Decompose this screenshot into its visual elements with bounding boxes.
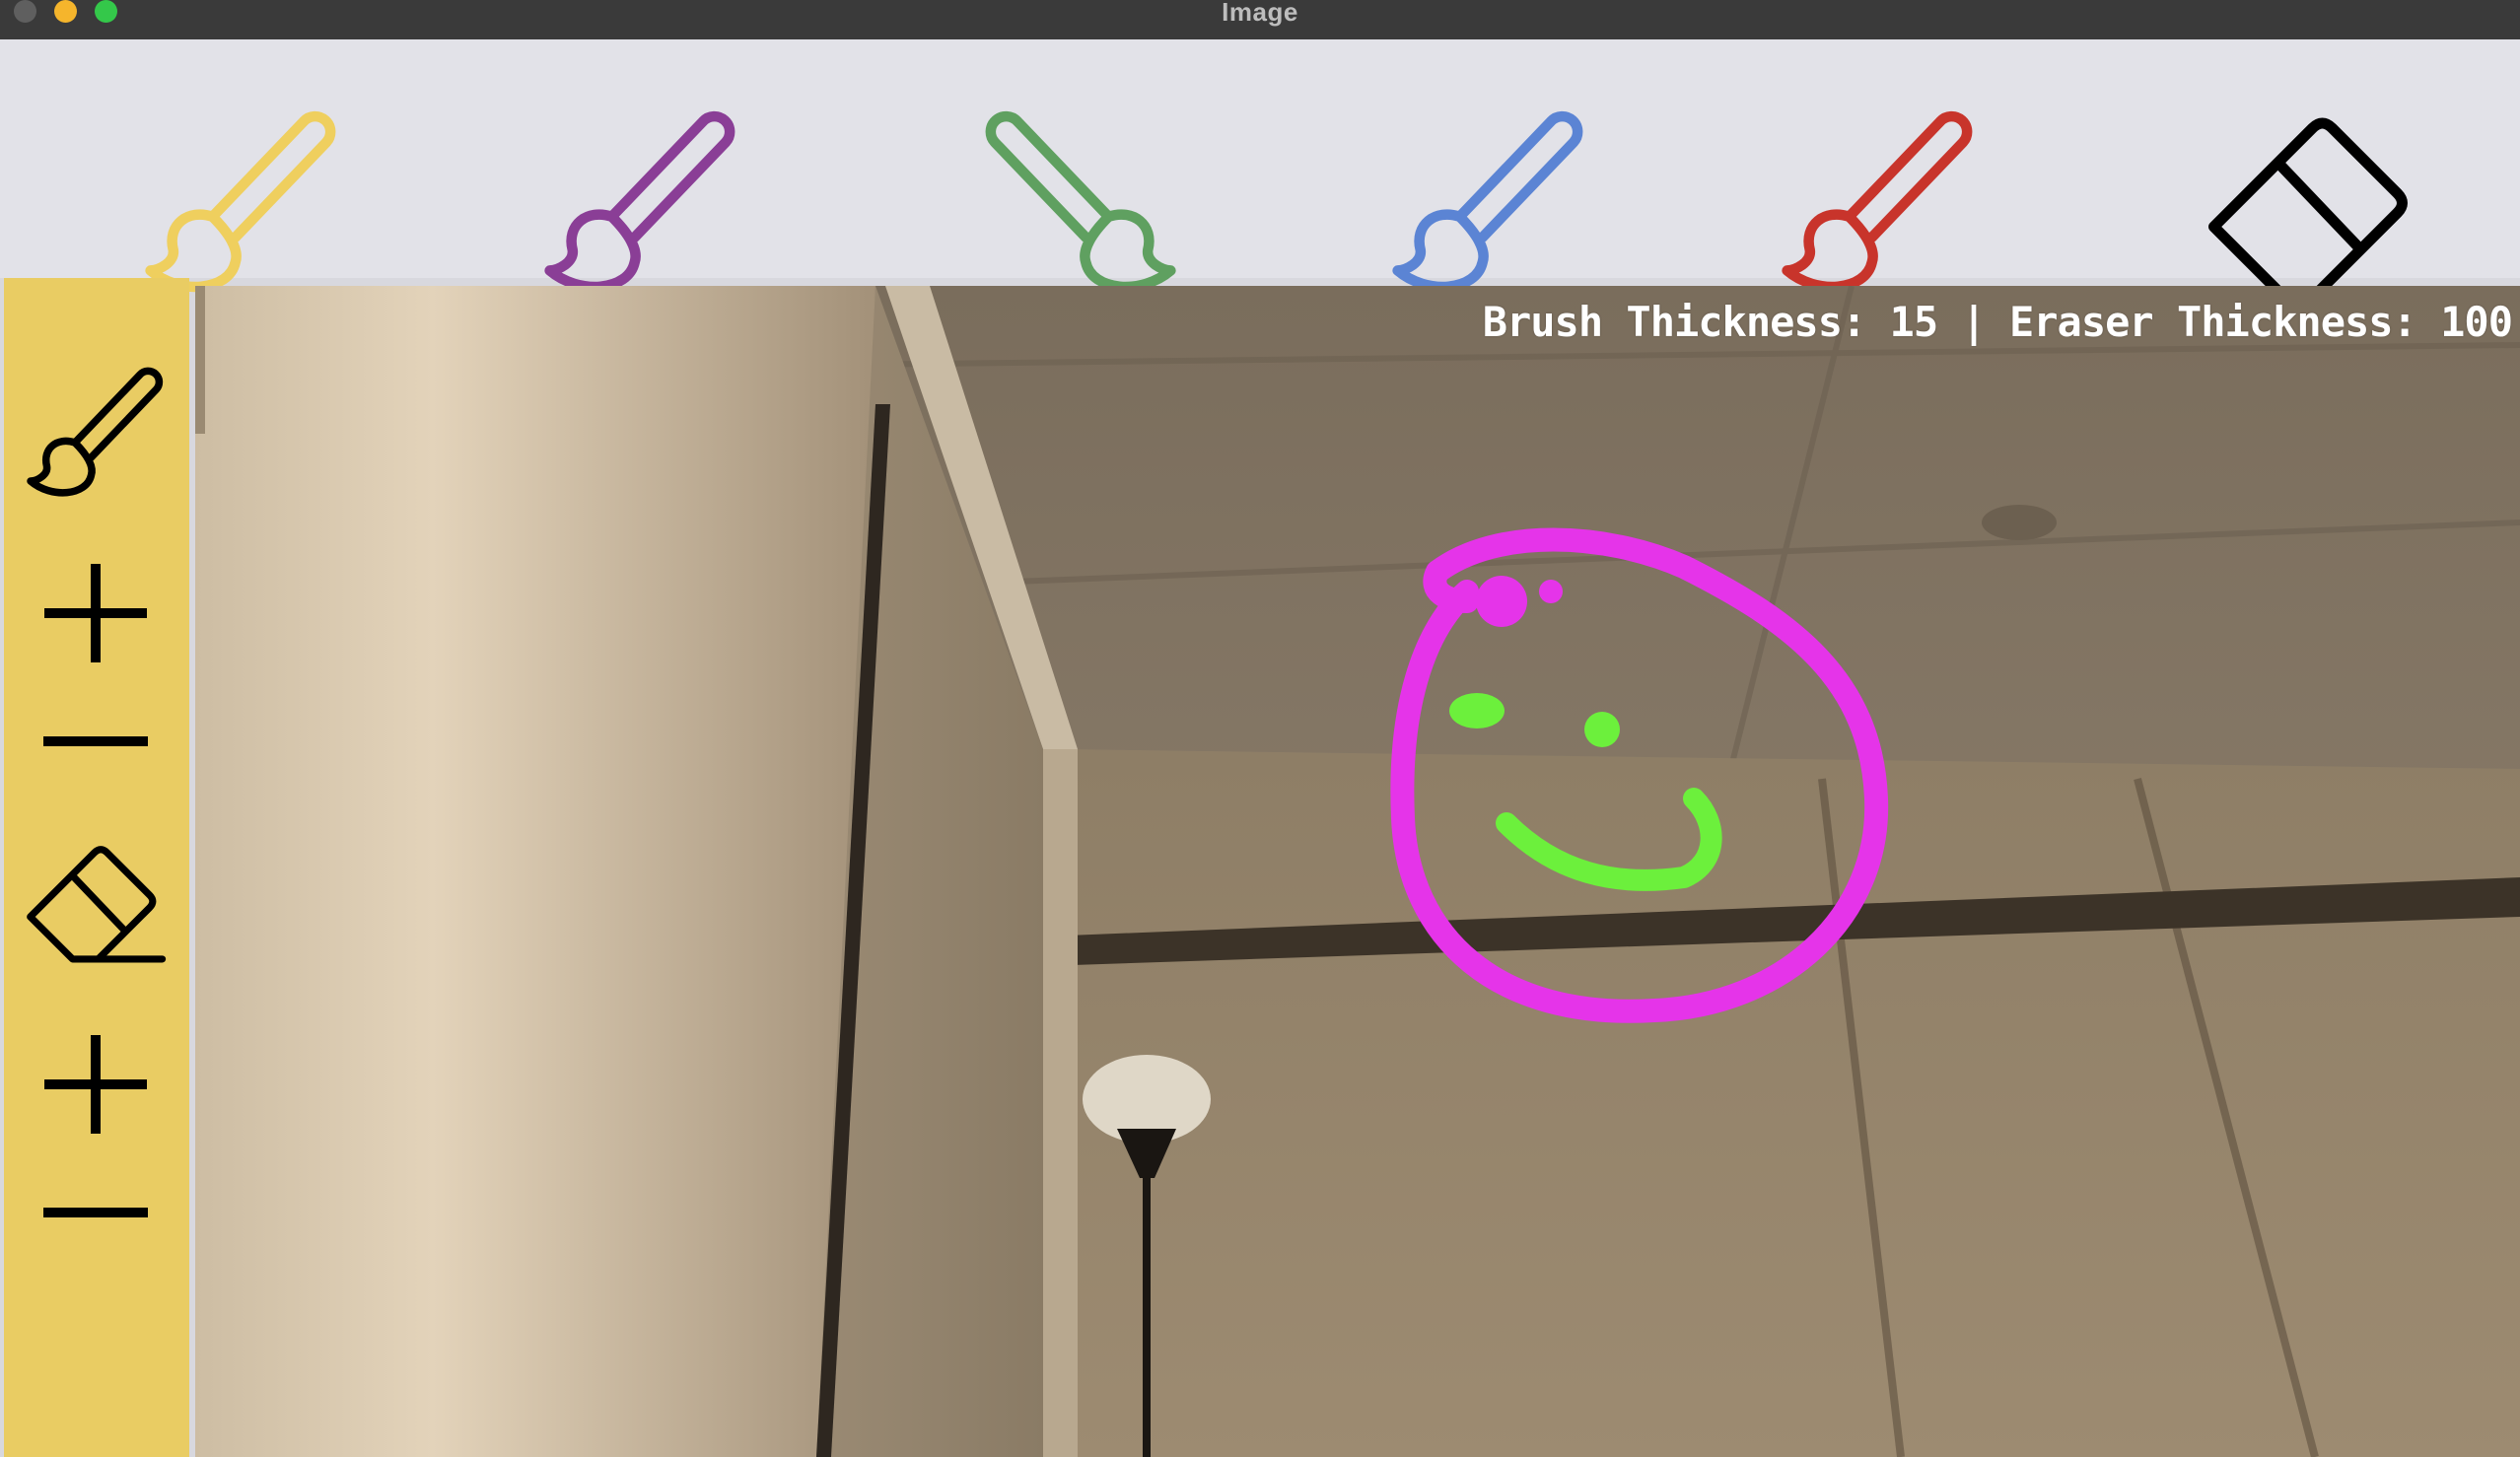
paintbrush-icon [27,367,164,497]
paintbrush-icon [145,110,336,293]
pink-dot [1539,580,1563,603]
plus-icon [44,564,147,662]
window-title: Image [1222,0,1298,27]
eraser-icon [27,846,167,963]
brush-mode-button[interactable] [22,357,170,505]
eraser-thickness-decrease-button[interactable] [22,1193,170,1232]
eraser-button[interactable] [2204,108,2425,306]
brush-thickness-increase-button[interactable] [22,554,170,672]
paintbrush-icon [1392,110,1583,293]
green-eye-left [1449,693,1505,728]
green-brush-button[interactable] [976,97,1183,304]
purple-brush-button[interactable] [537,97,744,304]
pink-blob [1476,576,1527,627]
eraser-thickness-increase-button[interactable] [22,1025,170,1144]
brush-thickness-decrease-button[interactable] [22,722,170,761]
yellow-brush-button[interactable] [138,97,345,304]
blue-brush-button[interactable] [1385,97,1592,304]
eraser-mode-button[interactable] [22,840,170,968]
plus-icon [44,1035,147,1134]
color-toolbar [0,39,2520,298]
pink-outline-stroke [1390,527,1889,1023]
thickness-status: Brush Thickness: 15 | Eraser Thickness: … [1482,298,2513,346]
thickness-sidebar [4,278,189,1457]
minus-icon [43,1208,148,1217]
paintbrush-icon [1782,110,1973,293]
window-titlebar: Image [0,0,2520,40]
eraser-icon [2208,117,2422,298]
paintbrush-icon [544,110,735,293]
green-eye-right [1584,712,1620,747]
red-brush-button[interactable] [1775,97,1982,304]
drawing-canvas[interactable]: Brush Thickness: 15 | Eraser Thickness: … [195,286,2520,1457]
paintbrush-icon [985,110,1176,293]
sketch-layer [1390,527,1889,1023]
minus-icon [43,736,148,746]
